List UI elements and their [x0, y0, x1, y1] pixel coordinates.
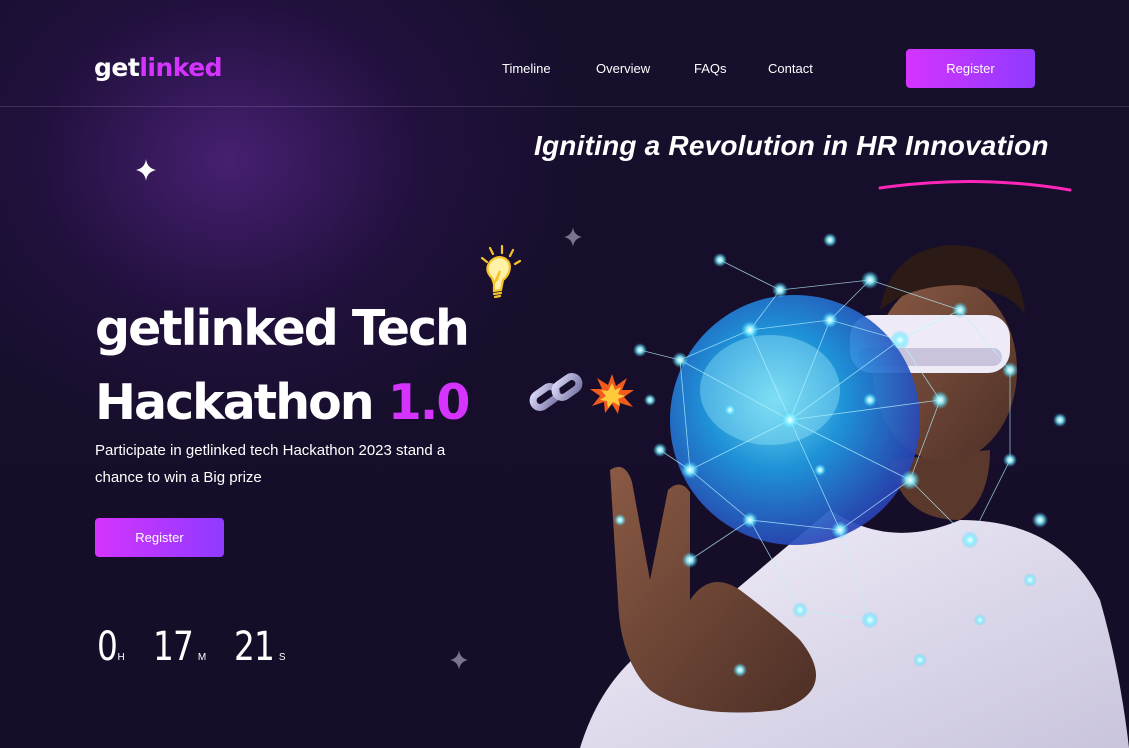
- countdown-minutes-unit: M: [197, 652, 207, 663]
- hero-register-button[interactable]: Register: [95, 518, 224, 557]
- logo[interactable]: getlinked: [94, 52, 223, 84]
- countdown-minutes-value: 17: [153, 624, 194, 670]
- nav-item-faqs[interactable]: FAQs: [694, 61, 727, 76]
- logo-part-get: get: [94, 53, 140, 82]
- landing-page: getlinked Timeline Overview FAQs Contact…: [0, 0, 1129, 748]
- hero-title-version: 1.0: [387, 374, 471, 431]
- countdown-hours: 0 H: [97, 624, 125, 670]
- nav-item-contact[interactable]: Contact: [768, 61, 813, 76]
- hero-title-line1: getlinked Tech: [95, 300, 470, 357]
- tagline-underline: [878, 180, 1072, 192]
- countdown-seconds-value: 21: [234, 624, 275, 670]
- hero-title-line2: Hackathon 1.0: [95, 366, 471, 440]
- countdown-seconds: 21 S: [234, 624, 286, 670]
- countdown-hours-unit: H: [117, 652, 125, 663]
- sparkle-star-icon: [136, 159, 156, 181]
- nav-item-timeline[interactable]: Timeline: [502, 61, 551, 76]
- hero-subtitle: Participate in getlinked tech Hackathon …: [95, 442, 446, 486]
- hero-title: getlinked Tech Hackathon 1.0: [95, 292, 471, 440]
- countdown-hours-value: 0: [97, 624, 118, 670]
- lightbulb-icon: [480, 244, 522, 299]
- nav-item-overview[interactable]: Overview: [596, 61, 650, 76]
- countdown-seconds-unit: S: [278, 652, 286, 663]
- header-register-button[interactable]: Register: [906, 49, 1035, 88]
- logo-part-linked: linked: [139, 53, 223, 82]
- hero-tagline: Igniting a Revolution in HR Innovation: [534, 130, 1049, 161]
- hero-title-hackathon: Hackathon: [95, 374, 375, 431]
- hero-illustration: [580, 233, 1129, 748]
- sparkle-star-icon: [450, 650, 468, 670]
- countdown-minutes: 17 M: [153, 624, 206, 670]
- site-header: getlinked Timeline Overview FAQs Contact…: [0, 0, 1129, 107]
